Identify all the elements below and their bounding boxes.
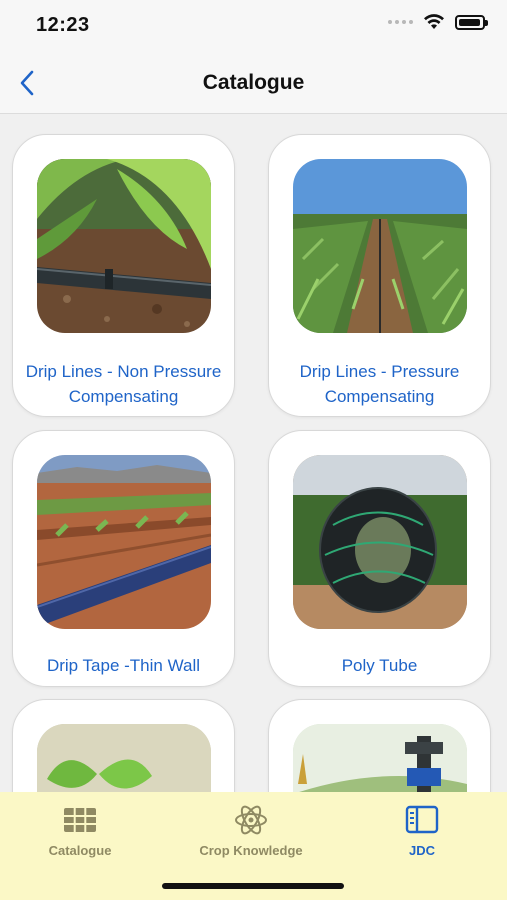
wifi-icon <box>424 14 444 29</box>
corn-field-drip-line-photo <box>293 159 467 333</box>
tab-label: Crop Knowledge <box>199 843 303 858</box>
product-card-drip-lines-non-pressure[interactable]: Drip Lines - Non Pressure Compensating <box>12 134 235 417</box>
battery-icon <box>455 14 488 30</box>
page-title: Catalogue <box>202 71 305 94</box>
product-label: Drip Lines - Pressure Compensating <box>275 359 484 409</box>
product-label-line: Compensating <box>324 387 435 406</box>
product-label-line: Drip Tape -Thin Wall <box>46 656 201 675</box>
product-label: Drip Tape -Thin Wall <box>19 653 228 678</box>
sidebar-panel-icon <box>405 805 439 834</box>
atom-icon <box>235 805 267 835</box>
product-label: Poly Tube <box>275 653 484 678</box>
sprinkler-photo <box>293 724 467 792</box>
tab-label: Catalogue <box>48 843 112 858</box>
product-label: Drip Lines - Non Pressure Compensating <box>19 359 228 409</box>
product-card-sprinkler[interactable] <box>268 699 491 792</box>
product-card-seedling[interactable] <box>12 699 235 792</box>
status-bar: 12:23 <box>0 0 507 52</box>
product-card-drip-tape[interactable]: Drip Tape -Thin Wall <box>12 430 235 687</box>
product-card-poly-tube[interactable]: Poly Tube <box>268 430 491 687</box>
tab-label: JDC <box>408 843 435 858</box>
home-indicator <box>162 883 344 889</box>
seedling-photo <box>37 724 211 792</box>
tab-crop-knowledge[interactable]: Crop Knowledge <box>181 802 321 858</box>
poly-tube-coil-photo <box>293 455 467 629</box>
status-indicators <box>388 14 488 30</box>
tab-jdc[interactable]: JDC <box>352 802 492 858</box>
product-card-drip-lines-pressure[interactable]: Drip Lines - Pressure Compensating <box>268 134 491 417</box>
drip-lines-leaf-photo <box>37 159 211 333</box>
product-label-line: Drip Lines - Pressure <box>299 362 460 381</box>
grid-icon <box>64 808 96 832</box>
navigation-bar: Catalogue <box>0 52 507 114</box>
cellular-signal-icon <box>388 20 413 24</box>
tab-catalogue[interactable]: Catalogue <box>10 802 150 858</box>
product-label-line: Compensating <box>68 387 179 406</box>
drip-tape-field-photo <box>37 455 211 629</box>
status-time: 12:23 <box>36 14 90 36</box>
product-label-line: Drip Lines - Non Pressure <box>25 362 222 381</box>
product-label-line: Poly Tube <box>341 656 418 675</box>
catalogue-grid: Drip Lines - Non Pressure Compensating D… <box>0 114 507 792</box>
